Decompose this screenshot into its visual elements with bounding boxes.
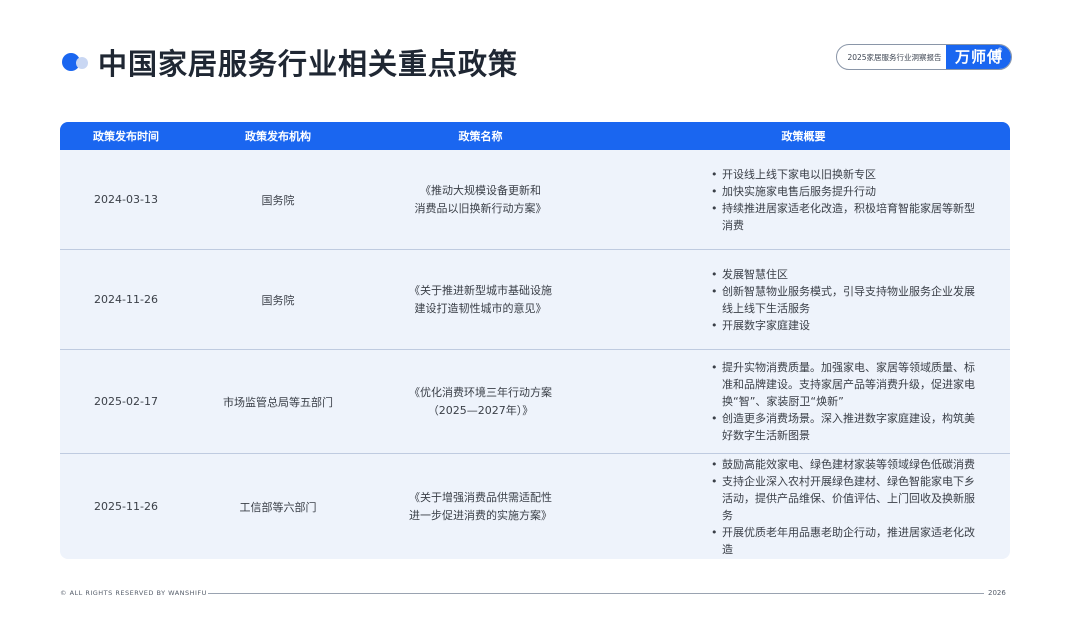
summary-item: 开展优质老年用品惠老助企行动，推进居家适老化改造 — [711, 524, 984, 558]
summary-item: 创新智慧物业服务模式，引导支持物业服务企业发展线上线下生活服务 — [711, 283, 984, 317]
column-header-name: 政策名称 — [458, 130, 503, 143]
table-row: 2025-02-17 市场监管总局等五部门 《优化消费环境三年行动方案 （202… — [60, 350, 1010, 454]
column-header-org: 政策发布机构 — [245, 130, 311, 143]
row-org: 工信部等六部门 — [239, 500, 317, 514]
row-org: 市场监管总局等五部门 — [223, 395, 333, 409]
row-summary: 提升实物消费质量。加强家电、家居等领域质量、标准和品牌建设。支持家居产品等消费升… — [597, 359, 1010, 444]
row-date: 2025-11-26 — [94, 500, 158, 513]
table-row: 2024-11-26 国务院 《关于推进新型城市基础设施 建设打造韧性城市的意见… — [60, 250, 1010, 350]
registered-mark: ® — [997, 46, 1004, 54]
brand-badge: 2025家居服务行业洞察报告 万师傅 ® — [836, 44, 1012, 70]
summary-item: 提升实物消费质量。加强家电、家居等领域质量、标准和品牌建设。支持家居产品等消费升… — [711, 359, 984, 410]
summary-item: 支持企业深入农村开展绿色建材、绿色智能家电下乡活动，提供产品维保、价值评估、上门… — [711, 473, 984, 524]
row-date: 2024-03-13 — [94, 193, 158, 206]
policy-name-line: 《推动大规模设备更新和 — [420, 183, 541, 197]
summary-item: 发展智慧住区 — [711, 266, 984, 283]
row-policy-name: 《关于增强消费品供需适配性 进一步促进消费的实施方案》 — [364, 489, 597, 525]
summary-item: 持续推进居家适老化改造，积极培育智能家居等新型消费 — [711, 200, 984, 234]
table-row: 2025-11-26 工信部等六部门 《关于增强消费品供需适配性 进一步促进消费… — [60, 454, 1010, 559]
table-header: 政策发布时间 政策发布机构 政策名称 政策概要 — [60, 122, 1010, 150]
summary-item: 加快实施家电售后服务提升行动 — [711, 183, 984, 200]
footer-copyright: © ALL RIGHTS RESERVED BY WANSHIFU — [60, 589, 207, 597]
policy-name-line: 《关于推进新型城市基础设施 — [409, 283, 552, 297]
table-row: 2024-03-13 国务院 《推动大规模设备更新和 消费品以旧换新行动方案》 … — [60, 150, 1010, 250]
row-policy-name: 《推动大规模设备更新和 消费品以旧换新行动方案》 — [364, 182, 597, 218]
row-summary: 发展智慧住区 创新智慧物业服务模式，引导支持物业服务企业发展线上线下生活服务 开… — [597, 266, 1010, 334]
summary-item: 开展数字家庭建设 — [711, 317, 984, 334]
policy-table: 政策发布时间 政策发布机构 政策名称 政策概要 2024-03-13 国务院 《… — [60, 122, 1010, 559]
row-policy-name: 《关于推进新型城市基础设施 建设打造韧性城市的意见》 — [364, 282, 597, 318]
policy-name-line: 进一步促进消费的实施方案》 — [409, 508, 552, 522]
summary-item: 鼓励高能效家电、绿色建材家装等领域绿色低碳消费 — [711, 456, 984, 473]
row-org: 国务院 — [261, 193, 295, 207]
footer-year: 2026 — [988, 589, 1006, 597]
summary-item: 开设线上线下家电以旧换新专区 — [711, 166, 984, 183]
row-summary: 开设线上线下家电以旧换新专区 加快实施家电售后服务提升行动 持续推进居家适老化改… — [597, 166, 1010, 234]
page-title: 中国家居服务行业相关重点政策 — [98, 47, 519, 81]
policy-name-line: （2025—2027年）》 — [427, 403, 534, 417]
column-header-date: 政策发布时间 — [93, 130, 159, 143]
brand-name: 万师傅 — [954, 48, 1003, 66]
summary-item: 创造更多消费场景。深入推进数字家庭建设，构筑美好数字生活新图景 — [711, 410, 984, 444]
column-header-summary: 政策概要 — [781, 130, 826, 143]
row-summary: 鼓励高能效家电、绿色建材家装等领域绿色低碳消费 支持企业深入农村开展绿色建材、绿… — [597, 456, 1010, 558]
row-policy-name: 《优化消费环境三年行动方案 （2025—2027年）》 — [364, 384, 597, 420]
policy-name-line: 《优化消费环境三年行动方案 — [409, 385, 552, 399]
policy-name-line: 《关于增强消费品供需适配性 — [409, 490, 552, 504]
row-date: 2024-11-26 — [94, 293, 158, 306]
report-label: 2025家居服务行业洞察报告 — [847, 52, 942, 62]
policy-name-line: 建设打造韧性城市的意见》 — [414, 301, 547, 315]
title-dots-icon — [60, 50, 92, 74]
brand-logo: 万师傅 ® — [946, 45, 1011, 69]
row-date: 2025-02-17 — [94, 395, 158, 408]
title-bar: 中国家居服务行业相关重点政策 — [60, 40, 518, 84]
policy-name-line: 消费品以旧换新行动方案》 — [414, 201, 547, 215]
footer-divider — [208, 593, 984, 594]
row-org: 国务院 — [261, 293, 295, 307]
